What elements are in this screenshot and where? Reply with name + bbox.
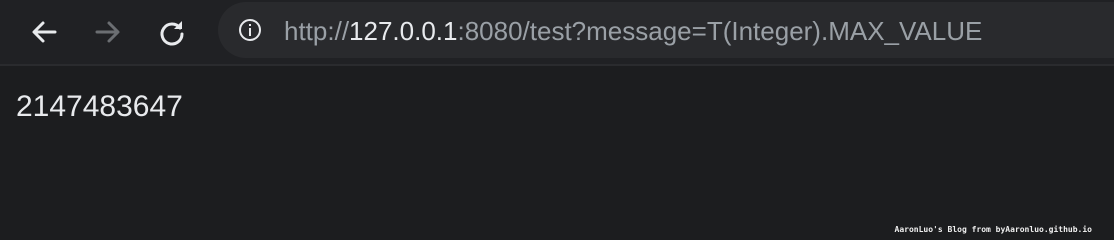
watermark: AaronLuo's Blog from byAaronluo.github.i… bbox=[894, 225, 1092, 234]
browser-toolbar: http://127.0.0.1:8080/test?message=T(Int… bbox=[0, 0, 1114, 66]
url-text[interactable]: http://127.0.0.1:8080/test?message=T(Int… bbox=[284, 16, 982, 46]
url-path: :8080/test?message=T(Integer).MAX_VALUE bbox=[457, 16, 983, 46]
url-host: 127.0.0.1 bbox=[349, 16, 458, 46]
arrow-right-icon bbox=[95, 21, 120, 43]
url-scheme: http:// bbox=[284, 16, 350, 46]
back-button[interactable] bbox=[24, 12, 64, 52]
forward-button[interactable] bbox=[88, 12, 128, 52]
arrow-left-icon bbox=[32, 21, 57, 43]
address-bar[interactable]: http://127.0.0.1:8080/test?message=T(Int… bbox=[218, 2, 1114, 58]
page-body-text: 2147483647 bbox=[16, 90, 183, 123]
reload-icon bbox=[160, 21, 184, 46]
reload-button[interactable] bbox=[152, 12, 192, 52]
info-circle-icon[interactable] bbox=[238, 18, 262, 42]
